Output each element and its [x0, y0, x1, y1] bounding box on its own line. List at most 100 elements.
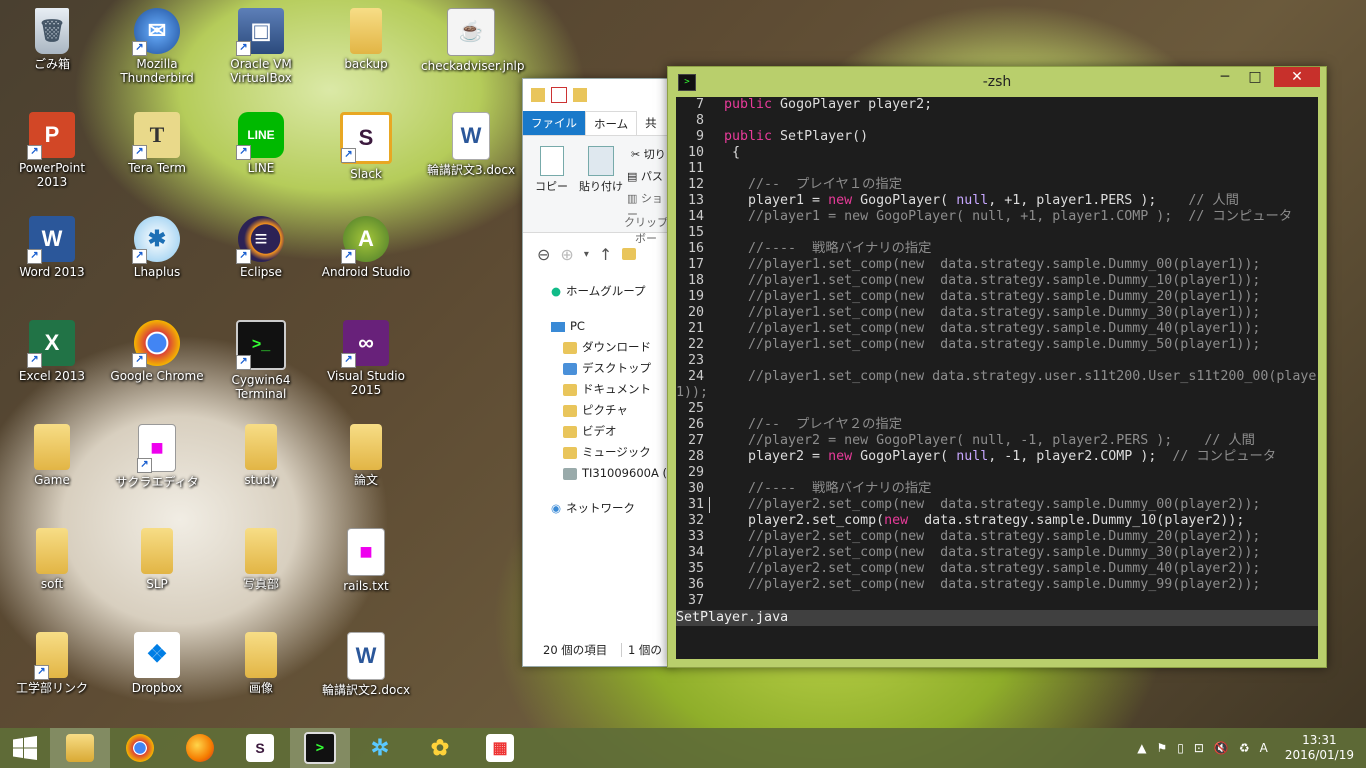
code-line[interactable]: 37 — [676, 593, 1318, 609]
tree-item-music[interactable]: ミュージック — [523, 442, 673, 463]
code-line[interactable]: 32 player2.set_comp(new data.strategy.sa… — [676, 513, 1318, 529]
code-line[interactable]: 18 //player1.set_comp(new data.strategy.… — [676, 273, 1318, 289]
ime-indicator[interactable]: A — [1260, 741, 1268, 755]
desktop-icon-slack[interactable]: S ↗ Slack — [316, 112, 416, 181]
code-line[interactable]: 12 //-- プレイヤ１の指定 — [676, 177, 1318, 193]
desktop-icon-cygwin[interactable]: >_ ↗ Cygwin64 Terminal — [211, 320, 311, 401]
desktop-icon-chrome[interactable]: ↗ Google Chrome — [107, 320, 207, 383]
tree-item-network[interactable]: ◉ ネットワーク — [523, 498, 673, 519]
desktop-icon-shashinbu[interactable]: 写真部 — [211, 528, 311, 591]
sync-icon[interactable]: ♻ — [1239, 741, 1250, 755]
code-line[interactable]: 19 //player1.set_comp(new data.strategy.… — [676, 289, 1318, 305]
code-line[interactable]: 36 //player2.set_comp(new data.strategy.… — [676, 577, 1318, 593]
desktop-icon-visual-studio[interactable]: ∞ ↗ Visual Studio 2015 — [316, 320, 416, 397]
tab-home[interactable]: ホーム — [585, 111, 638, 135]
editor-buffer[interactable]: 7 public GogoPlayer player2; 8 9 public SetP… — [676, 97, 1318, 609]
desktop-icon-line[interactable]: LINE ↗ LINE — [211, 112, 311, 175]
code-line[interactable]: 9 public SetPlayer() — [676, 129, 1318, 145]
start-button[interactable] — [0, 728, 50, 768]
taskbar-network-app[interactable]: ✲ — [350, 728, 410, 768]
tab-file[interactable]: ファイル — [523, 111, 585, 135]
desktop-icon-rails-txt[interactable]: ■ rails.txt — [316, 528, 416, 593]
taskbar-terminal[interactable]: > — [290, 728, 350, 768]
code-line[interactable]: 27 //player2 = new GogoPlayer( null, -1,… — [676, 433, 1318, 449]
desktop-icon-excel[interactable]: X ↗ Excel 2013 — [2, 320, 102, 383]
code-line[interactable]: 31 //player2.set_comp(new data.strategy.… — [676, 497, 1318, 513]
tree-item-pictures[interactable]: ピクチャ — [523, 400, 673, 421]
paste-button[interactable]: 貼り付け — [579, 146, 623, 194]
terminal-window[interactable]: > -zsh ─ □ ✕ 7 public GogoPlayer player2;… — [667, 66, 1327, 668]
code-line[interactable]: 11 — [676, 161, 1318, 177]
desktop-icon-study[interactable]: study — [211, 424, 311, 487]
tree-item-downloads[interactable]: ダウンロード — [523, 337, 673, 358]
desktop-icon-game[interactable]: Game — [2, 424, 102, 487]
cut-button[interactable]: ✂ 切り — [631, 146, 666, 162]
code-line[interactable]: 13 player1 = new GogoPlayer( null, +1, p… — [676, 193, 1318, 209]
desktop-icon-gazou[interactable]: 画像 — [211, 632, 311, 695]
taskbar-firefox[interactable] — [170, 728, 230, 768]
code-line[interactable]: 30 //---- 戦略バイナリの指定 — [676, 481, 1318, 497]
tree-item-pc[interactable]: PC — [523, 316, 673, 337]
tree-item-drive[interactable]: TI31009600A ( — [523, 463, 673, 484]
code-line[interactable]: 20 //player1.set_comp(new data.strategy.… — [676, 305, 1318, 321]
code-line[interactable]: 29 — [676, 465, 1318, 481]
desktop-icon-dropbox[interactable]: ❖ Dropbox — [107, 632, 207, 695]
terminal-titlebar[interactable]: > -zsh ─ □ ✕ — [668, 67, 1326, 97]
close-button[interactable]: ✕ — [1274, 67, 1320, 87]
volume-muted-icon[interactable]: 🔇 — [1214, 741, 1229, 755]
code-line[interactable]: 14 //player1 = new GogoPlayer( null, +1,… — [676, 209, 1318, 225]
network-status-icon[interactable]: ⊡ — [1194, 741, 1204, 755]
minimize-button[interactable]: ─ — [1210, 67, 1240, 87]
code-line[interactable]: 33 //player2.set_comp(new data.strategy.… — [676, 529, 1318, 545]
desktop-icon-soft[interactable]: soft — [2, 528, 102, 591]
code-line[interactable]: 23 — [676, 353, 1318, 369]
code-line[interactable]: 24 //player1.set_comp(new data.strategy.… — [676, 369, 1318, 385]
maximize-button[interactable]: □ — [1240, 67, 1270, 87]
code-line[interactable]: 25 — [676, 401, 1318, 417]
desktop-icon-slp[interactable]: SLP — [107, 528, 207, 591]
back-icon[interactable]: ⊖ — [537, 245, 550, 264]
desktop-icon-teraterm[interactable]: T ↗ Tera Term — [107, 112, 207, 175]
desktop-icon-ronbun[interactable]: 論文 — [316, 424, 416, 487]
taskbar-chrome[interactable] — [110, 728, 170, 768]
tray-expand-icon[interactable]: ▲ — [1137, 741, 1146, 755]
copy-button[interactable]: コピー — [535, 146, 568, 194]
new-folder-icon[interactable] — [573, 88, 587, 102]
chevron-down-icon[interactable]: ▾ — [584, 249, 589, 260]
tree-item-desktop[interactable]: デスクトップ — [523, 358, 673, 379]
code-line[interactable]: 21 //player1.set_comp(new data.strategy.… — [676, 321, 1318, 337]
desktop-icon-backup[interactable]: backup — [316, 8, 416, 71]
file-explorer-window[interactable]: ファイル ホーム 共 コピー 貼り付け ✂ 切り ▤ パス ▥ ショー クリップ… — [522, 78, 674, 667]
clock[interactable]: 13:31 2016/01/19 — [1273, 733, 1366, 763]
desktop-icon-virtualbox[interactable]: ▣ ↗ Oracle VM VirtualBox — [211, 8, 311, 85]
desktop-icon-lhaplus[interactable]: ✱ ↗ Lhaplus — [107, 216, 207, 279]
desktop-icon-checkadviser[interactable]: ☕ checkadviser.jnlp — [421, 8, 525, 73]
up-arrow-icon[interactable]: ↑ — [599, 245, 612, 264]
tree-item-videos[interactable]: ビデオ — [523, 421, 673, 442]
tab-share[interactable]: 共 — [637, 111, 665, 135]
desktop-icon-powerpoint[interactable]: P ↗ PowerPoint 2013 — [2, 112, 102, 189]
code-line[interactable]: 8 — [676, 113, 1318, 129]
code-line[interactable]: 34 //player2.set_comp(new data.strategy.… — [676, 545, 1318, 561]
code-line[interactable]: 1)); — [676, 385, 1318, 401]
action-center-icon[interactable]: ⚑ — [1156, 741, 1167, 755]
desktop-icon-recycle-bin[interactable]: 🗑 ごみ箱 — [2, 8, 102, 71]
desktop-icon-sakura-editor[interactable]: ■ ↗ サクラエディタ — [107, 424, 207, 489]
desktop-icon-word[interactable]: W ↗ Word 2013 — [2, 216, 102, 279]
device-icon[interactable]: ▯ — [1177, 741, 1184, 755]
properties-icon[interactable] — [551, 87, 567, 103]
code-line[interactable]: 28 player2 = new GogoPlayer( null, -1, p… — [676, 449, 1318, 465]
desktop-icon-word-doc-3[interactable]: W 輪講訳文3.docx — [421, 112, 521, 177]
terminal-screen[interactable]: 7 public GogoPlayer player2; 8 9 public SetP… — [676, 97, 1318, 659]
code-line[interactable]: 22 //player1.set_comp(new data.strategy.… — [676, 337, 1318, 353]
forward-icon[interactable]: ⊕ — [560, 245, 573, 264]
desktop-icon-eclipse[interactable]: ≡ ↗ Eclipse — [211, 216, 311, 279]
taskbar-flower-app[interactable]: ✿ — [410, 728, 470, 768]
code-line[interactable]: 17 //player1.set_comp(new data.strategy.… — [676, 257, 1318, 273]
taskbar-file-explorer[interactable] — [50, 728, 110, 768]
desktop-icon-word-doc-2[interactable]: W 輪講訳文2.docx — [316, 632, 416, 697]
taskbar-apps[interactable]: ▦ — [470, 728, 530, 768]
desktop-icon-kougakubu-link[interactable]: ↗ 工学部リンク — [2, 632, 102, 695]
tree-item-homegroup[interactable]: ● ホームグループ — [523, 281, 673, 302]
code-line[interactable]: 7 public GogoPlayer player2; — [676, 97, 1318, 113]
